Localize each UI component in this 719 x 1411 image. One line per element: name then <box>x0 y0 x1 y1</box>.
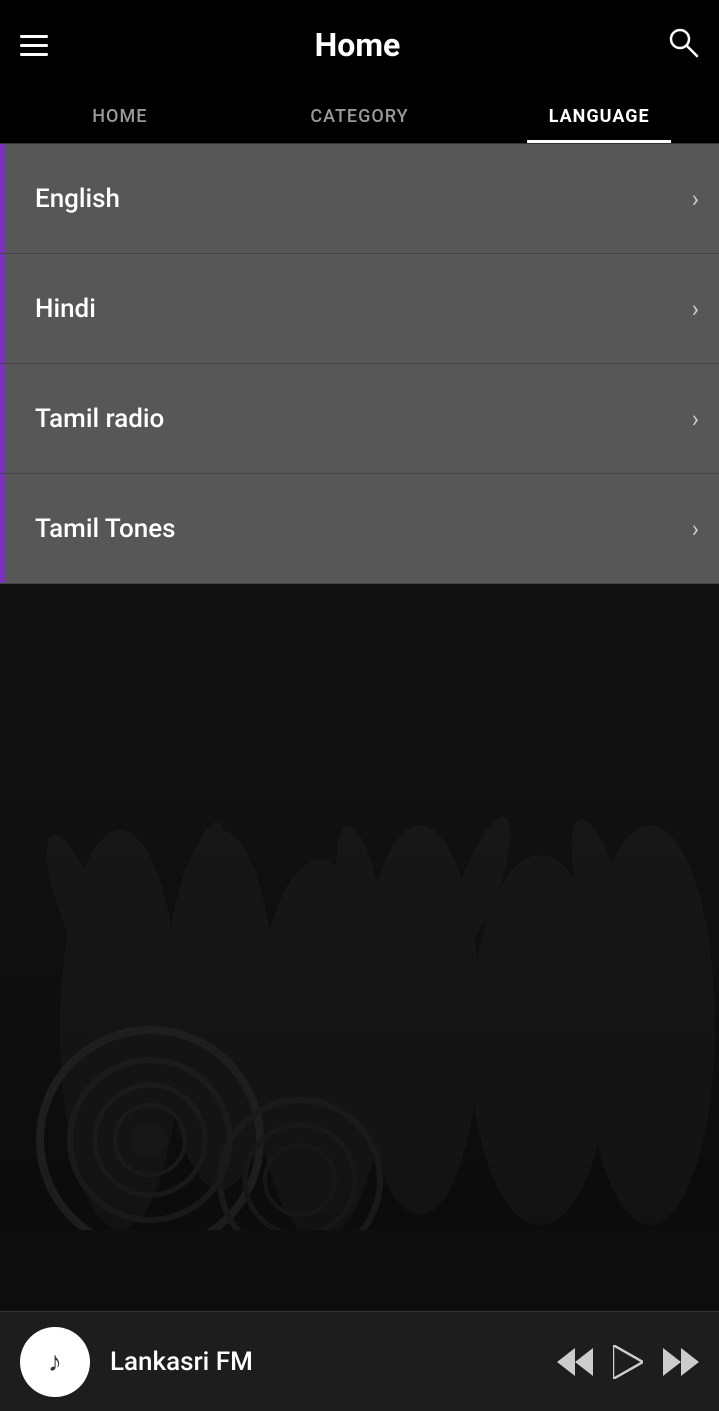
chevron-right-icon: › <box>692 405 699 433</box>
list-item-label: English <box>20 184 692 214</box>
accent-bar <box>0 144 5 253</box>
list-item-label: Tamil radio <box>20 404 692 434</box>
list-item-hindi[interactable]: Hindi › <box>0 254 719 364</box>
list-item-english[interactable]: English › <box>0 144 719 254</box>
rewind-button[interactable] <box>557 1348 593 1376</box>
accent-bar <box>0 474 5 583</box>
list-item-tamil-tones[interactable]: Tamil Tones › <box>0 474 719 584</box>
tab-language[interactable]: LANGUAGE <box>479 90 719 143</box>
background-image-area <box>0 530 719 1311</box>
menu-button[interactable] <box>20 35 48 56</box>
play-button[interactable] <box>613 1345 643 1379</box>
music-note-icon: ♪ <box>48 1345 62 1378</box>
page-title: Home <box>315 26 401 64</box>
accent-bar <box>0 364 5 473</box>
app-header: Home <box>0 0 719 90</box>
search-button[interactable] <box>667 26 699 65</box>
list-item-tamil-radio[interactable]: Tamil radio › <box>0 364 719 474</box>
chevron-right-icon: › <box>692 185 699 213</box>
player-station-name: Lankasri FM <box>90 1347 557 1377</box>
list-item-label: Hindi <box>20 294 692 324</box>
player-album-art-button[interactable]: ♪ <box>20 1327 90 1397</box>
player-bar: ♪ Lankasri FM <box>0 1311 719 1411</box>
tab-category[interactable]: CATEGORY <box>240 90 480 143</box>
tab-bar: HOME CATEGORY LANGUAGE <box>0 90 719 144</box>
list-item-label: Tamil Tones <box>20 514 692 544</box>
chevron-right-icon: › <box>692 295 699 323</box>
player-controls <box>557 1345 699 1379</box>
tab-home[interactable]: HOME <box>0 90 240 143</box>
fast-forward-button[interactable] <box>663 1348 699 1376</box>
chevron-right-icon: › <box>692 515 699 543</box>
language-list: English › Hindi › Tamil radio › Tamil To… <box>0 144 719 584</box>
accent-bar <box>0 254 5 363</box>
